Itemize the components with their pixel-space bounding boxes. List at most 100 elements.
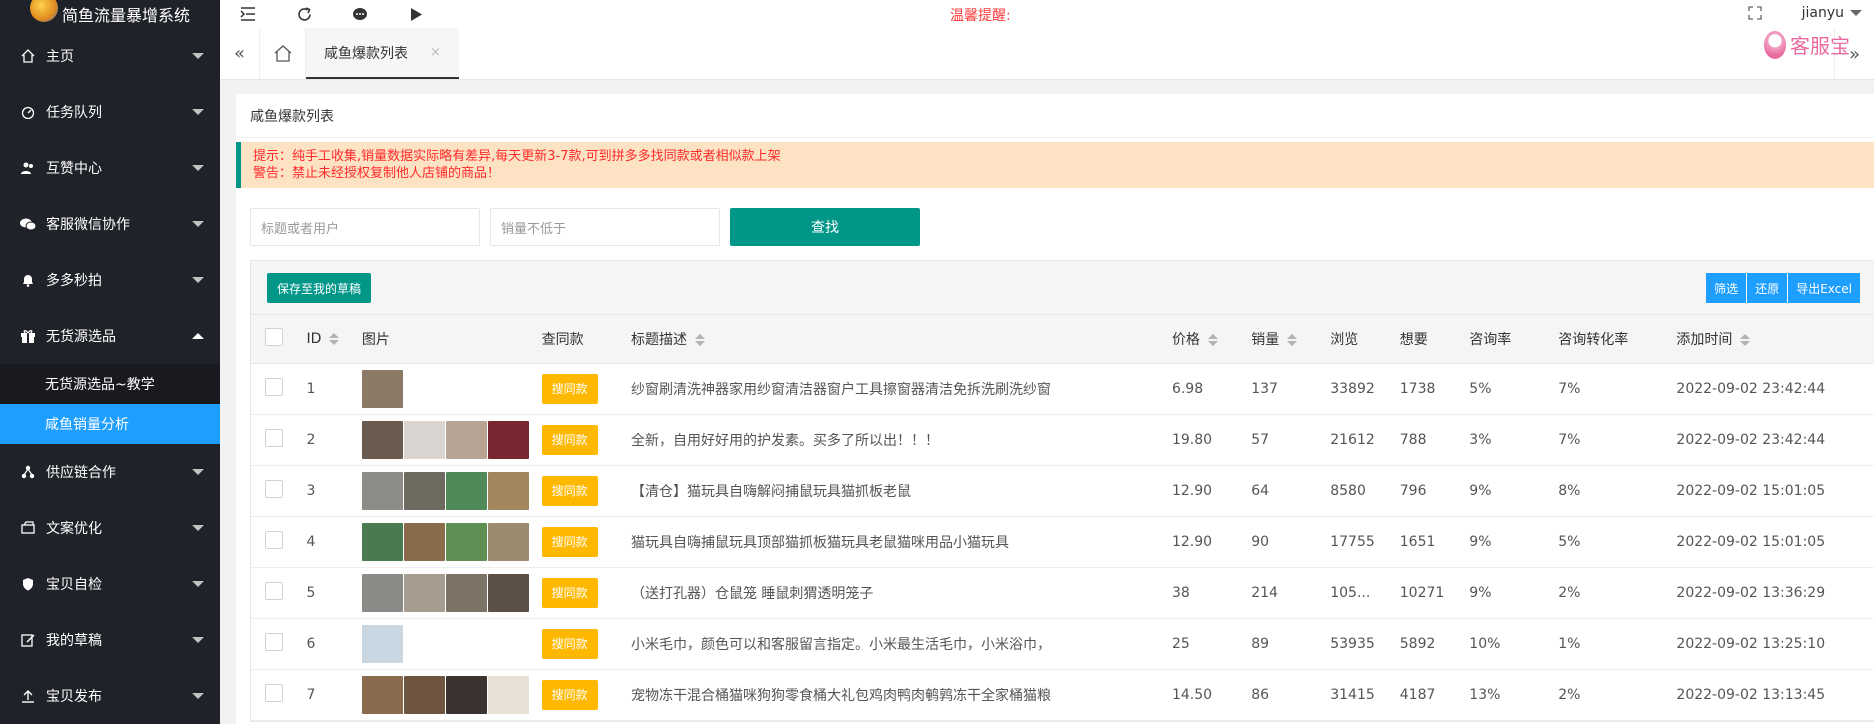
upload-icon	[20, 688, 36, 704]
row-checkbox[interactable]	[265, 530, 283, 549]
table-row[interactable]: 3 搜同款 【清仓】猫玩具自嗨解闷捕鼠玩具猫抓板老鼠 12.90 64 8580…	[251, 465, 1874, 517]
sidebar-item-home[interactable]: 主页	[0, 28, 220, 84]
cell-select[interactable]	[251, 669, 307, 721]
app-logo[interactable]: 简鱼流量暴增系统	[0, 0, 220, 28]
search-same-button[interactable]: 搜同款	[541, 424, 598, 455]
product-image[interactable]	[361, 369, 403, 408]
cell-price: 6.98	[1171, 363, 1252, 415]
row-checkbox[interactable]	[265, 581, 283, 600]
product-image[interactable]	[445, 573, 487, 612]
title-search-input[interactable]: 标题或者用户	[250, 208, 480, 246]
sidebar-item-wechat[interactable]: 客服微信协作	[0, 196, 220, 252]
tab-close-icon[interactable]: ×	[430, 45, 441, 60]
sort-icon[interactable]	[1287, 333, 1298, 346]
submenu-item-tutorial[interactable]: 无货源选品~教学	[0, 364, 220, 404]
search-same-button[interactable]: 搜同款	[541, 526, 598, 557]
cell-select[interactable]	[251, 516, 307, 568]
cell-conversion: 2%	[1558, 669, 1677, 721]
row-checkbox[interactable]	[265, 479, 283, 498]
row-checkbox[interactable]	[265, 377, 283, 396]
product-image[interactable]	[403, 522, 445, 561]
search-same-button[interactable]: 搜同款	[541, 577, 598, 608]
product-image[interactable]	[487, 522, 529, 561]
cell-select[interactable]	[251, 618, 307, 670]
sidebar-item-like-center[interactable]: 互赞中心	[0, 140, 220, 196]
product-image[interactable]	[445, 471, 487, 510]
sidebar-item-publish[interactable]: 宝贝发布	[0, 668, 220, 724]
tabs-prev-icon[interactable]: «	[220, 28, 260, 79]
filter-button[interactable]: 筛选	[1706, 273, 1747, 303]
table-row[interactable]: 5 搜同款 （送打孔器）仓鼠笼 睡鼠刺猬透明笼子 38 214 105... 1…	[251, 567, 1874, 619]
product-image[interactable]	[361, 675, 403, 714]
search-same-button[interactable]: 搜同款	[541, 628, 598, 659]
search-same-button[interactable]: 搜同款	[541, 373, 598, 404]
sidebar-item-duoduo[interactable]: 多多秒拍	[0, 252, 220, 308]
cell-views: 21612	[1330, 414, 1400, 466]
product-image[interactable]	[361, 471, 403, 510]
search-same-button[interactable]: 搜同款	[541, 475, 598, 506]
product-images	[361, 369, 542, 408]
min-sales-input[interactable]: 销量不低于	[490, 208, 720, 246]
product-image[interactable]	[445, 675, 487, 714]
row-checkbox[interactable]	[265, 428, 283, 447]
tab-xianyu-list[interactable]: 咸鱼爆款列表 ×	[306, 28, 459, 79]
cell-added: 2022-09-02 13:36:29	[1676, 567, 1874, 619]
header-added[interactable]: 添加时间	[1676, 315, 1874, 364]
product-image[interactable]	[403, 573, 445, 612]
product-image[interactable]	[361, 522, 403, 561]
menu-collapse-icon[interactable]	[220, 0, 276, 28]
sort-icon[interactable]	[1740, 333, 1751, 346]
fullscreen-icon[interactable]	[1748, 6, 1762, 23]
header-price[interactable]: 价格	[1171, 315, 1252, 364]
table-row[interactable]: 4 搜同款 猫玩具自嗨捕鼠玩具顶部猫抓板猫玩具老鼠猫咪用品小猫玩具 12.90 …	[251, 516, 1874, 568]
product-image[interactable]	[361, 573, 403, 612]
table-row[interactable]: 7 搜同款 宠物冻干混合桶猫咪狗狗零食桶大礼包鸡肉鸭肉鹌鹑冻干全家桶猫粮 14.…	[251, 669, 1874, 721]
product-image[interactable]	[403, 675, 445, 714]
cell-select[interactable]	[251, 465, 307, 517]
search-same-button[interactable]: 搜同款	[541, 679, 598, 710]
table-row[interactable]: 2 搜同款 全新，自用好好用的护发素。买多了所以出！！！ 19.80 57 21…	[251, 414, 1874, 466]
product-image[interactable]	[445, 420, 487, 459]
row-checkbox[interactable]	[265, 683, 283, 702]
export-excel-button[interactable]: 导出Excel	[1788, 273, 1860, 303]
sidebar-item-no-stock[interactable]: 无货源选品	[0, 308, 220, 364]
select-all-checkbox[interactable]	[265, 327, 283, 346]
product-image[interactable]	[487, 675, 529, 714]
product-image[interactable]	[487, 420, 529, 459]
user-menu[interactable]: jianyu	[1802, 5, 1862, 21]
sidebar-item-task-queue[interactable]: 任务队列	[0, 84, 220, 140]
refresh-icon[interactable]	[276, 0, 332, 28]
header-id[interactable]: ID	[306, 315, 362, 364]
save-draft-button[interactable]: 保存至我的草稿	[267, 273, 372, 303]
submenu-item-xianyu-sales[interactable]: 咸鱼销量分析	[0, 404, 220, 444]
chat-icon[interactable]	[332, 0, 388, 28]
play-icon[interactable]	[388, 0, 444, 28]
sidebar-item-self-check[interactable]: 宝贝自检	[0, 556, 220, 612]
header-sales[interactable]: 销量	[1251, 315, 1331, 364]
sidebar-item-copywriting[interactable]: 文案优化	[0, 500, 220, 556]
product-image[interactable]	[361, 420, 403, 459]
cell-select[interactable]	[251, 567, 307, 619]
cell-select[interactable]	[251, 414, 307, 466]
sidebar-item-drafts[interactable]: 我的草稿	[0, 612, 220, 668]
home-tab-icon[interactable]	[260, 28, 306, 79]
product-image[interactable]	[487, 471, 529, 510]
product-image[interactable]	[361, 624, 403, 663]
sort-icon[interactable]	[329, 332, 340, 345]
row-checkbox[interactable]	[265, 632, 283, 651]
table-row[interactable]: 1 搜同款 纱窗刷清洗神器家用纱窗清洁器窗户工具擦窗器清洁免拆洗刷洗纱窗 6.9…	[251, 363, 1874, 415]
search-button[interactable]: 查找	[730, 208, 920, 246]
product-image[interactable]	[403, 420, 445, 459]
sort-icon[interactable]	[1207, 333, 1218, 346]
table-row[interactable]: 6 搜同款 小米毛巾，颜色可以和客服留言指定。小米最生活毛巾，小米浴巾， 25 …	[251, 618, 1874, 670]
sidebar-item-supply-chain[interactable]: 供应链合作	[0, 444, 220, 500]
sort-icon[interactable]	[694, 333, 705, 346]
cell-select[interactable]	[251, 363, 307, 415]
product-image[interactable]	[445, 522, 487, 561]
product-image[interactable]	[487, 573, 529, 612]
product-image[interactable]	[403, 471, 445, 510]
header-select-all[interactable]	[251, 315, 307, 364]
kefu-widget[interactable]: 客服宝	[1764, 30, 1850, 59]
header-desc[interactable]: 标题描述	[630, 315, 1172, 364]
reset-button[interactable]: 还原	[1747, 273, 1788, 303]
